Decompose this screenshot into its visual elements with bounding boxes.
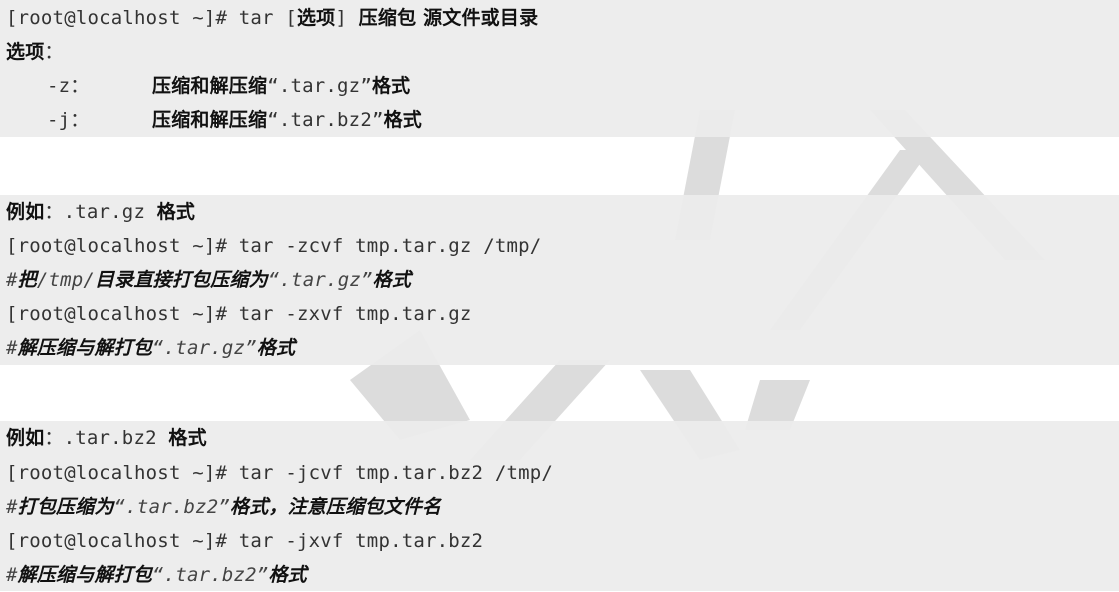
- gz-example-ext: .tar.gz: [63, 201, 157, 223]
- option-j: -j： 压缩和解压缩“.tar.bz2”格式: [47, 103, 422, 137]
- gz-comment-compress: #把/tmp/目录直接打包压缩为“.tar.gz”格式: [6, 263, 411, 297]
- comment-text-a: 解压缩与解打包: [17, 564, 153, 586]
- code-block-syntax: [root@localhost ~]# tar [选项] 压缩包 源文件或目录 …: [0, 0, 1119, 137]
- bz2-example-label: 例如: [6, 427, 45, 449]
- option-z-desc-b: “.tar.gz”: [267, 75, 372, 97]
- comment-hash: #: [6, 337, 18, 359]
- option-j-desc-c: 格式: [383, 109, 422, 131]
- bz2-command-extract: [root@localhost ~]# tar -jxvf tmp.tar.bz…: [6, 530, 484, 552]
- comment-hash: #: [6, 564, 18, 586]
- bz2-example-heading: 例如：.tar.bz2 格式: [6, 421, 207, 455]
- code-block-bz2-example: 例如：.tar.bz2 格式 [root@localhost ~]# tar -…: [0, 421, 1119, 591]
- gz-command-compress: [root@localhost ~]# tar -zcvf tmp.tar.gz…: [6, 235, 542, 257]
- options-heading: 选项：: [6, 35, 64, 69]
- gz-command-extract: [root@localhost ~]# tar -zxvf tmp.tar.gz: [6, 303, 472, 325]
- bz2-example-suffix: 格式: [168, 427, 207, 449]
- comment-text-c: 格式，注意压缩包文件名: [230, 496, 442, 518]
- comment-text-a: 打包压缩为: [17, 496, 114, 518]
- comment-hash: #: [6, 496, 18, 518]
- option-j-flag: -j：: [47, 109, 90, 131]
- options-label: 选项: [6, 41, 45, 63]
- syntax-line: [root@localhost ~]# tar [选项] 压缩包 源文件或目录: [6, 1, 538, 35]
- option-j-desc-b: “.tar.bz2”: [267, 109, 384, 131]
- bz2-comment-extract: #解压缩与解打包“.tar.bz2”格式: [6, 558, 307, 592]
- comment-text-a: 解压缩与解打包: [17, 337, 153, 359]
- comment-text-c: 目录直接打包压缩为: [95, 269, 268, 291]
- comment-text-e: 格式: [372, 269, 412, 291]
- gz-example-suffix: 格式: [156, 201, 196, 223]
- comment-text-c: 格式: [268, 564, 307, 586]
- option-z-desc-c: 格式: [371, 75, 411, 97]
- syntax-options: 选项: [296, 7, 336, 29]
- option-j-desc-a: 压缩和解压缩: [152, 109, 268, 131]
- syntax-args: 压缩包 源文件或目录: [358, 7, 539, 29]
- comment-text-a: 把: [17, 269, 37, 291]
- option-z-desc-a: 压缩和解压缩: [152, 75, 268, 97]
- code-block-gz-example: 例如：.tar.gz 格式 [root@localhost ~]# tar -z…: [0, 195, 1119, 365]
- comment-text-c: 格式: [256, 337, 296, 359]
- gz-example-label: 例如: [6, 201, 45, 223]
- comment-text-b: “.tar.bz2”: [113, 496, 231, 518]
- syntax-prompt: [root@localhost ~]# tar [: [6, 7, 297, 29]
- comment-text-b: “.tar.gz”: [152, 337, 257, 359]
- gz-example-colon: ：: [44, 201, 64, 223]
- gz-comment-extract: #解压缩与解打包“.tar.gz”格式: [6, 331, 295, 365]
- comment-text-d: “.tar.gz”: [267, 269, 373, 291]
- bz2-example-ext: .tar.bz2: [63, 427, 169, 449]
- syntax-bracket: ]: [335, 7, 359, 29]
- bz2-command-compress: [root@localhost ~]# tar -jcvf tmp.tar.bz…: [6, 462, 554, 484]
- bz2-example-colon: ：: [44, 427, 64, 449]
- comment-hash: #: [6, 269, 18, 291]
- options-colon: ：: [44, 41, 64, 63]
- option-z: -z： 压缩和解压缩“.tar.gz”格式: [47, 69, 410, 103]
- comment-text-b: /tmp/: [36, 269, 96, 291]
- gz-example-heading: 例如：.tar.gz 格式: [6, 195, 195, 229]
- comment-text-b: “.tar.bz2”: [152, 564, 269, 586]
- option-z-flag: -z：: [47, 75, 90, 97]
- bz2-comment-compress: #打包压缩为“.tar.bz2”格式，注意压缩包文件名: [6, 490, 441, 524]
